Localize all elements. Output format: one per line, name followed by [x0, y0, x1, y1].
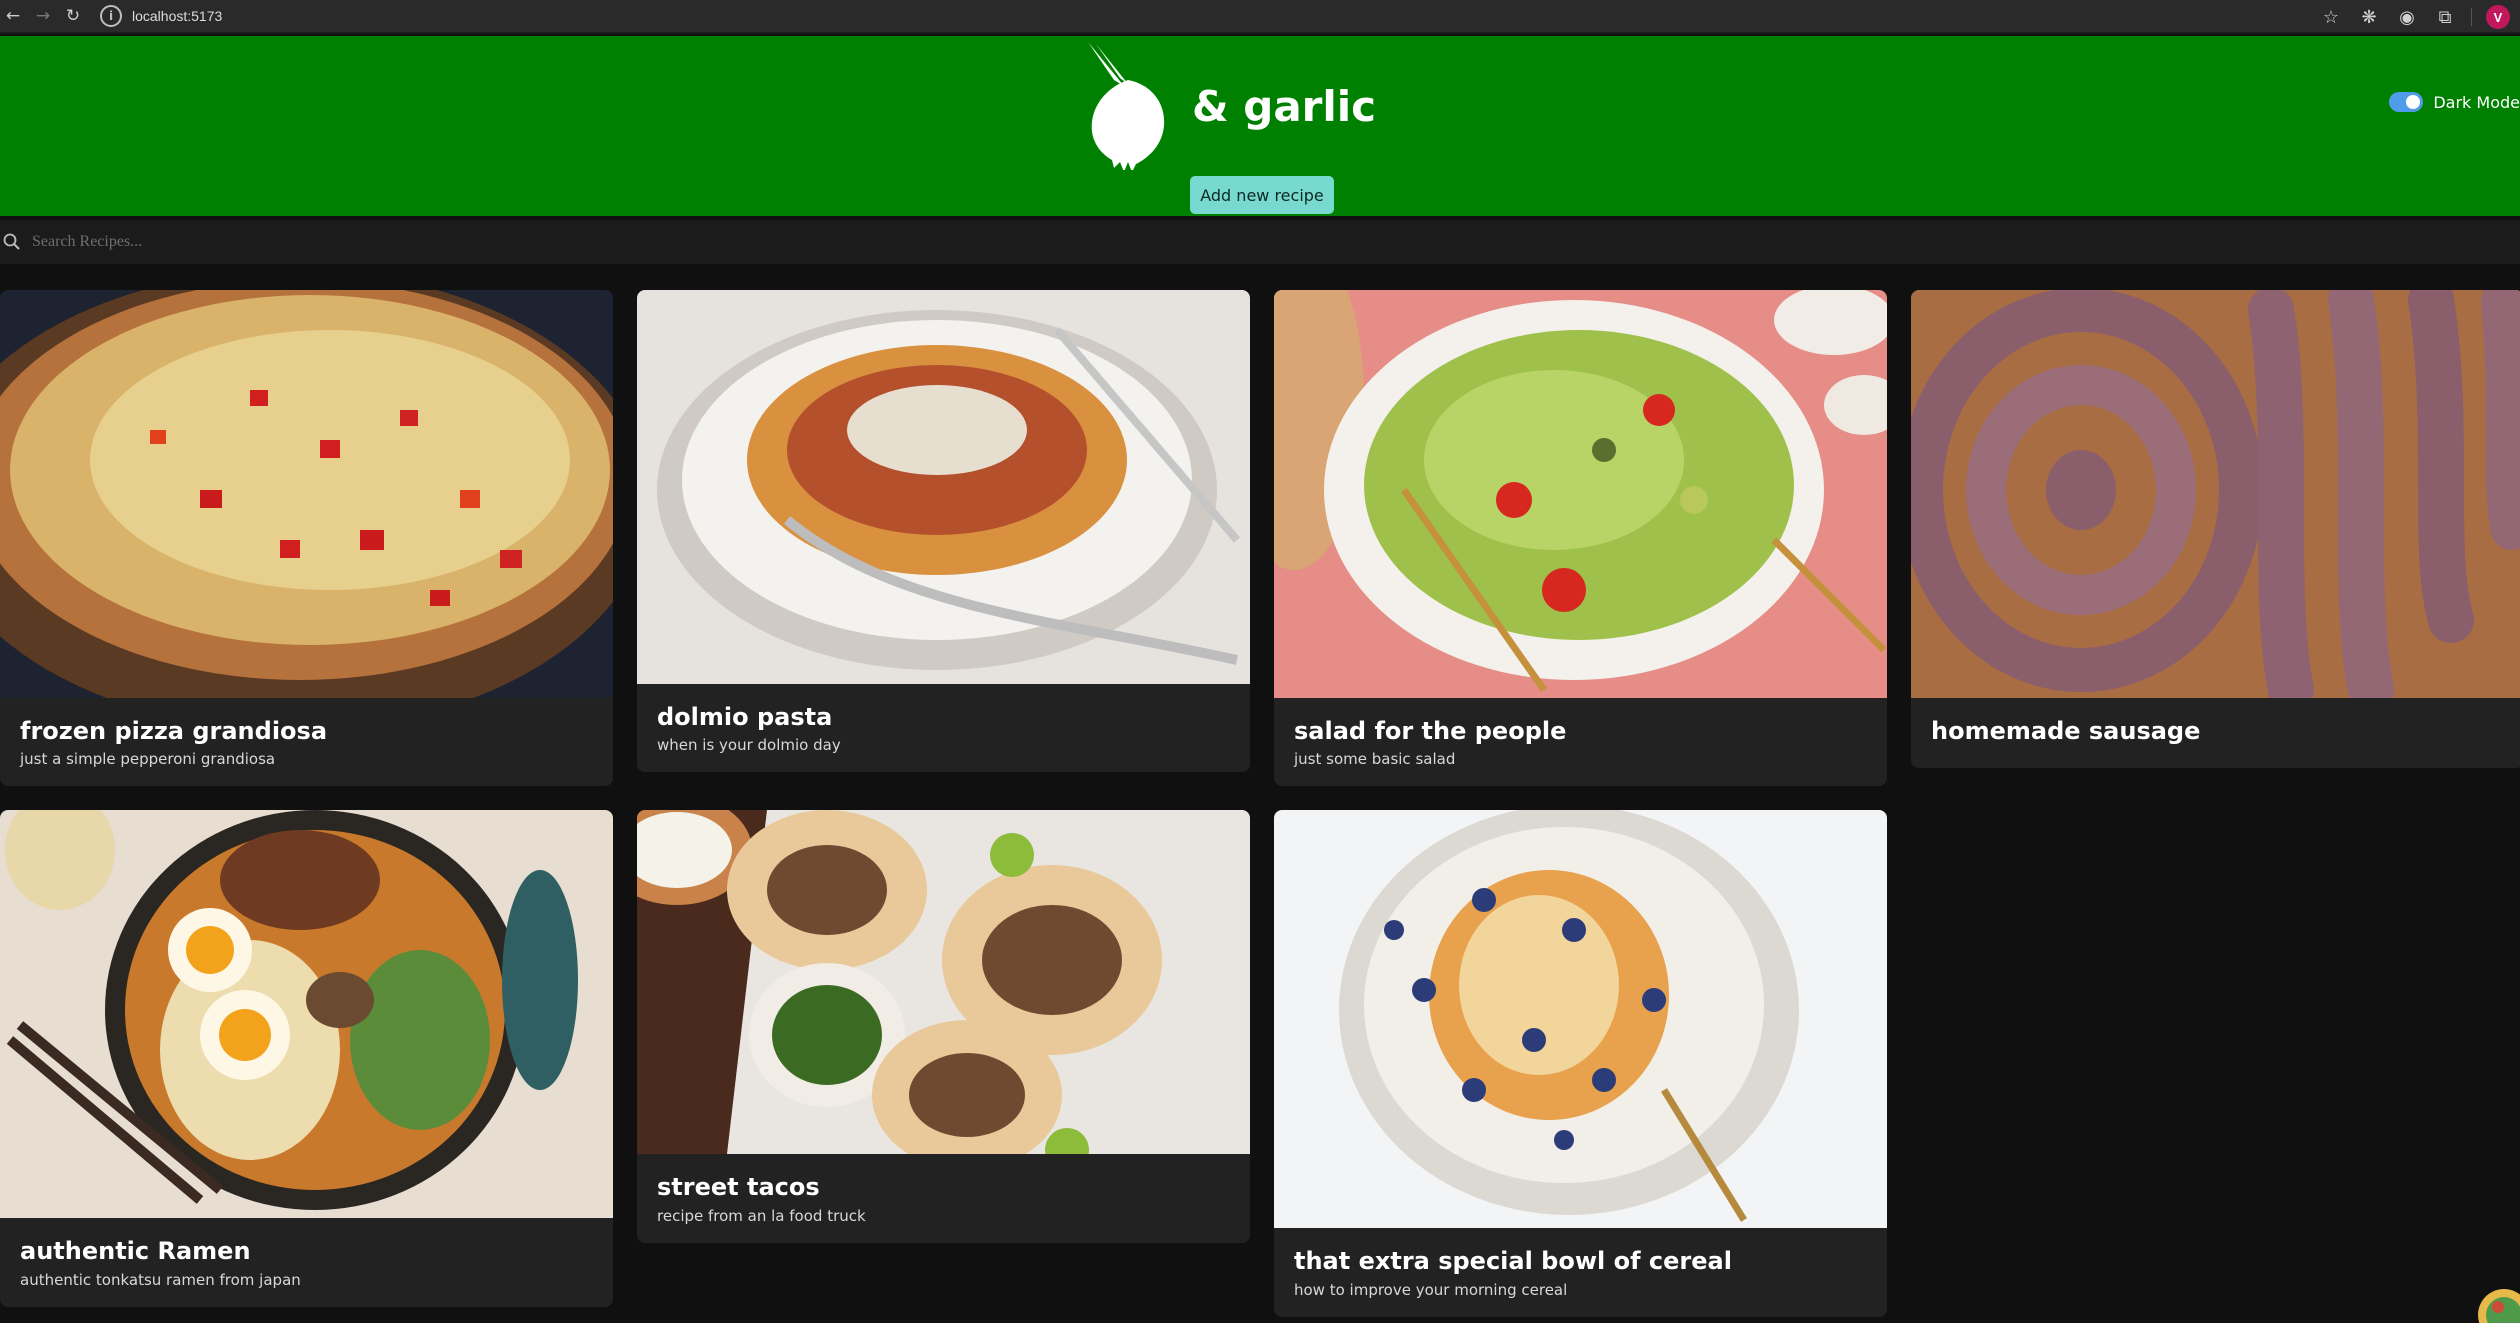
recipe-image-pizza — [0, 290, 613, 698]
recipe-image-tacos — [637, 810, 1250, 1155]
recipe-card[interactable]: street tacos recipe from an la food truc… — [637, 810, 1250, 1243]
toggle-switch[interactable] — [2389, 92, 2424, 112]
recipe-card[interactable]: dolmio pasta when is your dolmio day — [637, 290, 1250, 773]
recipe-title: homemade sausage — [1931, 717, 2201, 745]
app-title: & garlic — [1192, 82, 1377, 131]
site-info-icon[interactable]: i — [100, 5, 122, 27]
recipe-card[interactable]: that extra special bowl of cereal how to… — [1274, 810, 1887, 1317]
recipe-title: street tacos — [657, 1173, 820, 1202]
add-new-recipe-button[interactable]: Add new recipe — [1190, 176, 1334, 214]
recipe-description: how to improve your morning cereal — [1294, 1280, 1568, 1299]
extension-gear-icon[interactable]: ❋ — [2357, 7, 2381, 28]
recipe-card[interactable]: homemade sausage — [1911, 290, 2520, 769]
reload-icon[interactable]: ↻ — [60, 3, 86, 29]
back-icon[interactable]: ← — [0, 3, 26, 29]
dark-mode-label: Dark Mode — [2433, 92, 2520, 112]
recipe-description: when is your dolmio day — [657, 736, 841, 755]
recipe-title: dolmio pasta — [657, 703, 833, 731]
assistant-bubble-icon[interactable] — [2474, 1283, 2520, 1323]
toolbar-divider — [2471, 8, 2472, 26]
recipe-image-pasta — [637, 290, 1250, 684]
recipe-description: recipe from an la food truck — [657, 1206, 866, 1225]
onion-logo-icon — [1088, 42, 1165, 170]
address-bar[interactable]: localhost:5173 — [132, 8, 222, 24]
bookmark-star-icon[interactable]: ☆ — [2319, 7, 2343, 28]
recipe-description: authentic tonkatsu ramen from japan — [20, 1270, 301, 1289]
extensions-puzzle-icon[interactable]: ⧉ — [2433, 7, 2457, 28]
recipe-card[interactable]: frozen pizza grandiosa just a simple pep… — [0, 290, 613, 787]
browser-toolbar: ← → ↻ i localhost:5173 ☆ ❋ ◉ ⧉ V — [0, 0, 2520, 34]
profile-avatar[interactable]: V — [2486, 5, 2510, 29]
recipe-image-cereal — [1274, 810, 1887, 1229]
recipe-image-ramen — [0, 810, 613, 1219]
search-bar — [0, 220, 2520, 264]
search-icon — [3, 233, 20, 250]
extension-icon[interactable]: ◉ — [2395, 7, 2419, 28]
search-input[interactable] — [32, 227, 1232, 257]
recipe-card[interactable]: salad for the people just some basic sal… — [1274, 290, 1887, 787]
recipe-card[interactable]: authentic Ramen authentic tonkatsu ramen… — [0, 810, 613, 1307]
recipe-title: that extra special bowl of cereal — [1294, 1247, 1732, 1276]
recipe-description: just a simple pepperoni grandiosa — [20, 750, 276, 769]
recipe-title: authentic Ramen — [20, 1237, 251, 1266]
recipe-image-sausage — [1911, 290, 2520, 698]
forward-icon[interactable]: → — [30, 3, 56, 29]
recipe-title: frozen pizza grandiosa — [20, 717, 328, 745]
recipe-image-salad — [1274, 290, 1887, 698]
app-header: & garlic Add new recipe Dark Mode — [0, 36, 2520, 216]
dark-mode-toggle[interactable]: Dark Mode — [2389, 92, 2520, 112]
recipe-description: just some basic salad — [1294, 750, 1456, 769]
recipe-grid: frozen pizza grandiosa just a simple pep… — [0, 290, 2520, 1317]
recipe-title: salad for the people — [1294, 717, 1567, 745]
